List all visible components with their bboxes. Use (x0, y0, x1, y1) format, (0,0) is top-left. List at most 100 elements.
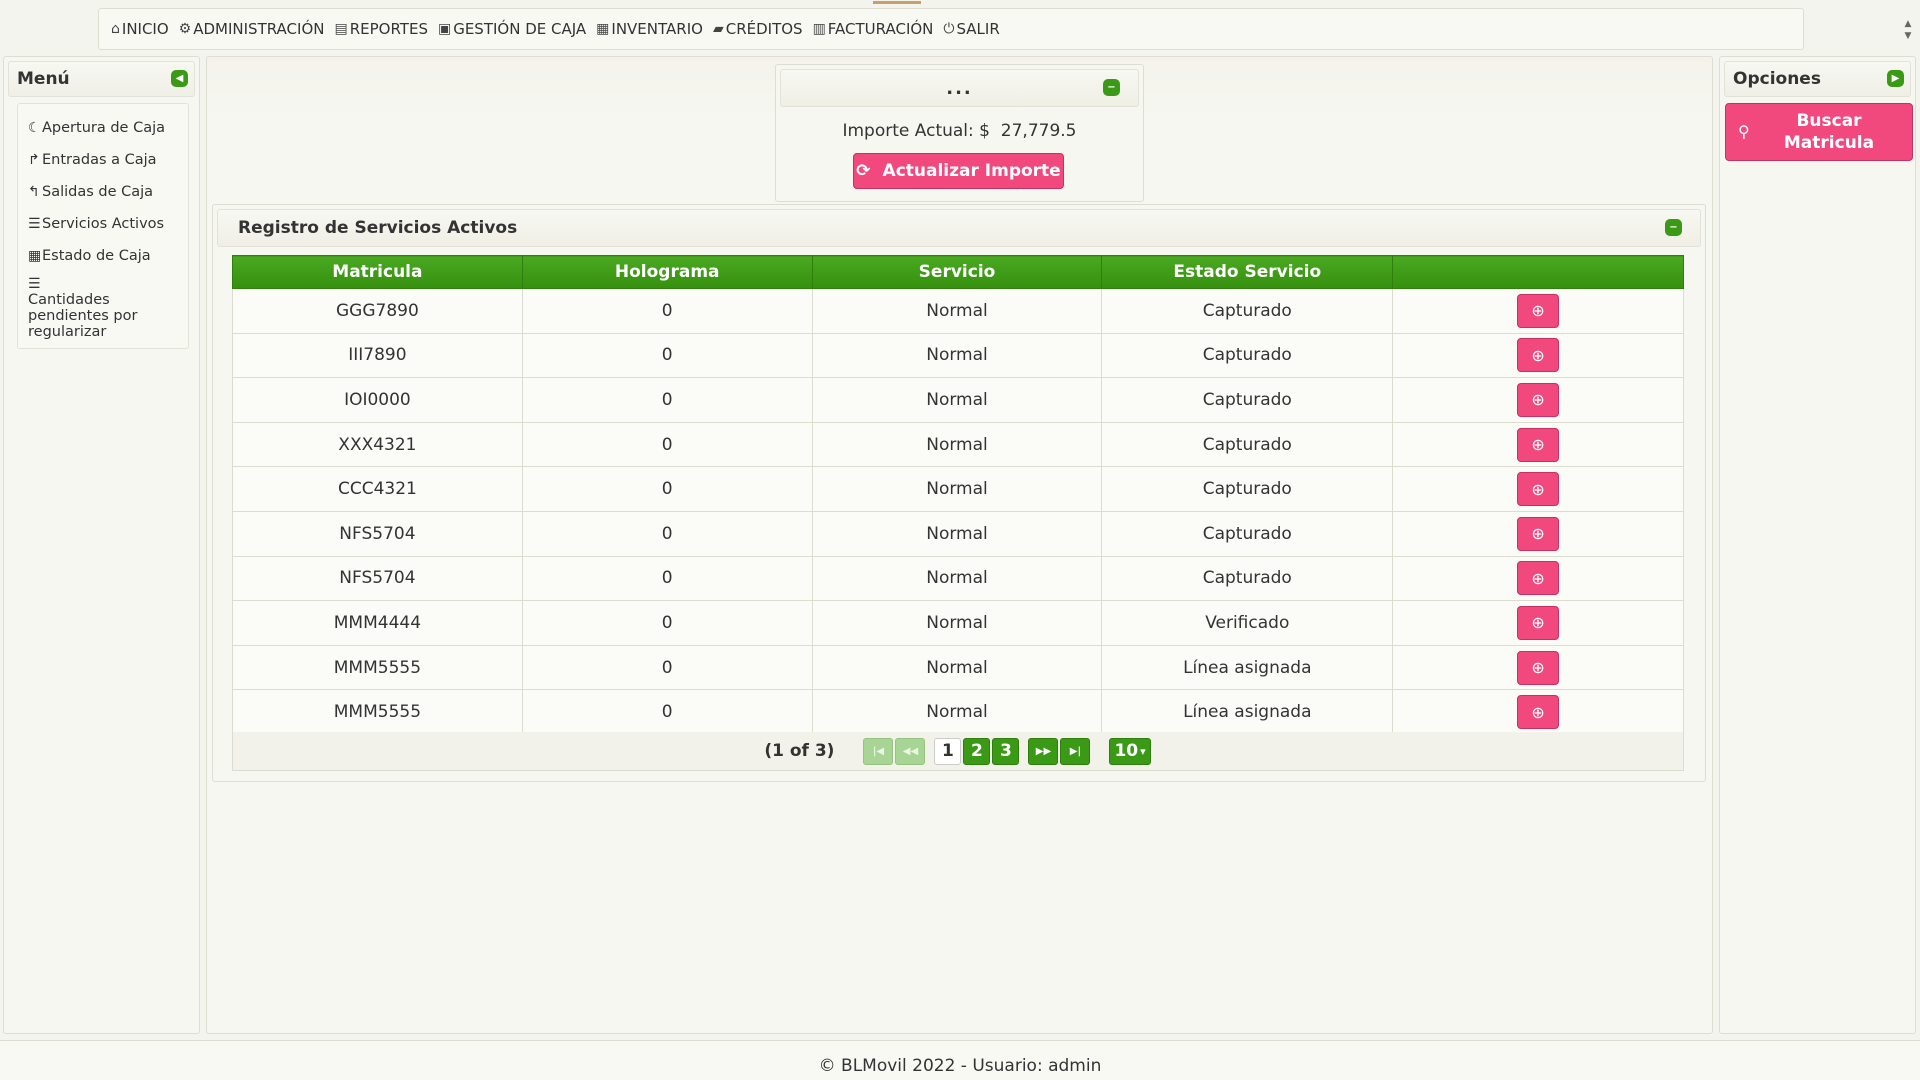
list-icon: ☰ (28, 276, 41, 292)
cell-action: ⊕ (1392, 332, 1684, 379)
cell-servicio: Normal (811, 644, 1103, 691)
cell-estado: Línea asignada (1101, 644, 1394, 691)
cell-estado: Capturado (1101, 377, 1394, 423)
prev-page-icon[interactable]: ◀◀ (895, 737, 926, 765)
collapse-minus-icon[interactable]: − (1103, 79, 1120, 96)
cell-estado: Línea asignada (1101, 689, 1394, 735)
book-icon: ▰ (712, 21, 724, 37)
plus-circle-icon[interactable]: ⊕ (1517, 382, 1560, 417)
menu-item-estado[interactable]: ▦ Estado de Caja (28, 240, 188, 272)
cell-estado: Capturado (1101, 466, 1394, 512)
menu-item-label: Cantidades pendientes por regularizar (28, 292, 138, 340)
plus-circle-icon[interactable]: ⊕ (1517, 338, 1560, 373)
plus-circle-icon[interactable]: ⊕ (1517, 516, 1560, 551)
table-icon: ▦ (28, 248, 42, 264)
page-1[interactable]: 1 (934, 737, 962, 765)
plus-circle-icon[interactable]: ⊕ (1517, 472, 1560, 507)
options-panel: Opciones ▶ ⚲ Buscar Matricula (1719, 56, 1916, 1034)
list-alt-icon: ▦ (596, 21, 610, 37)
footer-text: © BLMovil 2022 - Usuario: admin (818, 1056, 1102, 1076)
table-row: GGG7890 0 Normal Capturado ⊕ (232, 288, 1684, 334)
nav-creditos[interactable]: ▰ CRÉDITOS (713, 20, 803, 38)
next-page-icon[interactable]: ▶▶ (1028, 737, 1059, 765)
plus-circle-icon[interactable]: ⊕ (1517, 605, 1560, 640)
menu-panel: Menú ◀ ☾ Apertura de Caja ↱ Entradas a Caj… (3, 56, 200, 1034)
nav-inicio[interactable]: ⌂ INICIO (111, 20, 169, 38)
options-title: Opciones (1733, 69, 1821, 89)
cell-action: ⊕ (1392, 510, 1684, 557)
cell-matricula: IOI0000 (232, 377, 523, 423)
nav-label: FACTURACIÓN (827, 20, 934, 38)
cell-matricula: III7890 (232, 332, 523, 379)
cell-matricula: MMM5555 (232, 644, 523, 691)
cell-matricula: XXX4321 (232, 421, 523, 468)
first-page-icon[interactable]: |◀ (863, 737, 894, 765)
nav-administracion[interactable]: ⚙ ADMINISTRACIÓN (179, 20, 325, 38)
cell-servicio: Normal (811, 332, 1103, 379)
col-servicio[interactable]: Servicio (811, 255, 1103, 289)
last-page-icon[interactable]: ▶| (1060, 737, 1091, 765)
nav-label: GESTIÓN DE CAJA (453, 20, 587, 38)
chevron-down-icon: ▾ (1140, 744, 1146, 758)
cell-holograma: 0 (521, 600, 813, 646)
nav-gestion-caja[interactable]: ▣ GESTIÓN DE CAJA (438, 20, 586, 38)
rows-per-page-select[interactable]: 10 ▾ (1109, 737, 1151, 765)
active-indicator (873, 1, 921, 4)
file-icon: ▤ (334, 21, 348, 37)
nav-inventario[interactable]: ▦ INVENTARIO (596, 20, 703, 38)
nav-label: INVENTARIO (611, 20, 703, 38)
collapse-right-icon[interactable]: ▶ (1887, 70, 1904, 87)
cell-servicio: Normal (811, 689, 1103, 735)
menu-item-salidas[interactable]: ↰ Salidas de Caja (28, 176, 188, 208)
power-icon: ⏻ (943, 21, 955, 37)
rows-per-page-value: 10 (1114, 741, 1139, 761)
plus-circle-icon[interactable]: ⊕ (1517, 293, 1560, 328)
servicios-table: Matricula Holograma Servicio Estado Serv… (232, 255, 1684, 735)
cell-matricula: NFS5704 (232, 510, 523, 557)
list-icon: ☰ (28, 216, 41, 232)
importe-label: Importe Actual: $ (842, 121, 990, 141)
nav-facturacion[interactable]: ▥ FACTURACIÓN (813, 20, 934, 38)
table-row: MMM5555 0 Normal Línea asignada ⊕ (232, 689, 1684, 735)
reply-icon: ↰ (28, 184, 40, 200)
actualizar-importe-label: Actualizar Importe (882, 161, 1061, 181)
collapse-minus-icon[interactable]: − (1665, 219, 1682, 236)
importe-value: 27,779.5 (1000, 121, 1077, 141)
buscar-matricula-button[interactable]: ⚲ Buscar Matricula (1725, 103, 1913, 161)
table-row: NFS5704 0 Normal Capturado ⊕ (232, 510, 1684, 557)
cell-servicio: Normal (811, 600, 1103, 646)
options-panel-header: Opciones ▶ (1724, 61, 1911, 97)
money-icon: ▣ (437, 21, 452, 37)
menu-item-apertura[interactable]: ☾ Apertura de Caja (28, 112, 188, 144)
col-actions (1392, 255, 1684, 289)
col-estado[interactable]: Estado Servicio (1101, 255, 1394, 289)
plus-circle-icon[interactable]: ⊕ (1517, 561, 1560, 596)
cell-estado: Capturado (1101, 510, 1394, 557)
collapse-left-icon[interactable]: ◀ (171, 70, 188, 87)
menu-panel-header: Menú ◀ (8, 61, 195, 97)
page-3[interactable]: 3 (992, 737, 1020, 765)
menu-item-servicios[interactable]: ☰ Servicios Activos (28, 208, 188, 240)
col-holograma[interactable]: Holograma (521, 255, 813, 289)
table-row: MMM4444 0 Normal Verificado ⊕ (232, 600, 1684, 646)
cell-estado: Capturado (1101, 332, 1394, 379)
page-scrollbar[interactable]: ▲ ▼ (1902, 18, 1914, 48)
actualizar-importe-button[interactable]: ⟳ Actualizar Importe (853, 153, 1064, 189)
plus-circle-icon[interactable]: ⊕ (1517, 427, 1560, 462)
nav-label: ADMINISTRACIÓN (193, 20, 325, 38)
nav-salir[interactable]: ⏻ SALIR (943, 20, 999, 38)
menu-item-cantidades[interactable]: ☰ Cantidades pendientes por regularizar (28, 272, 188, 340)
col-matricula[interactable]: Matricula (232, 255, 523, 289)
importe-panel-header: ... − (780, 69, 1139, 107)
page-2[interactable]: 2 (963, 737, 991, 765)
cell-estado: Verificado (1101, 600, 1394, 646)
gears-icon: ⚙ (178, 21, 192, 37)
plus-circle-icon[interactable]: ⊕ (1517, 650, 1560, 685)
menu-item-entradas[interactable]: ↱ Entradas a Caja (28, 144, 188, 176)
barcode-icon: ▥ (812, 21, 826, 37)
plus-circle-icon[interactable]: ⊕ (1517, 695, 1560, 730)
menu-list: ☾ Apertura de Caja ↱ Entradas a Caja ↰ Sali… (17, 103, 189, 349)
footer: © BLMovil 2022 - Usuario: admin (0, 1040, 1920, 1080)
nav-reportes[interactable]: ▤ REPORTES (334, 20, 427, 38)
table-row: MMM5555 0 Normal Línea asignada ⊕ (232, 644, 1684, 691)
